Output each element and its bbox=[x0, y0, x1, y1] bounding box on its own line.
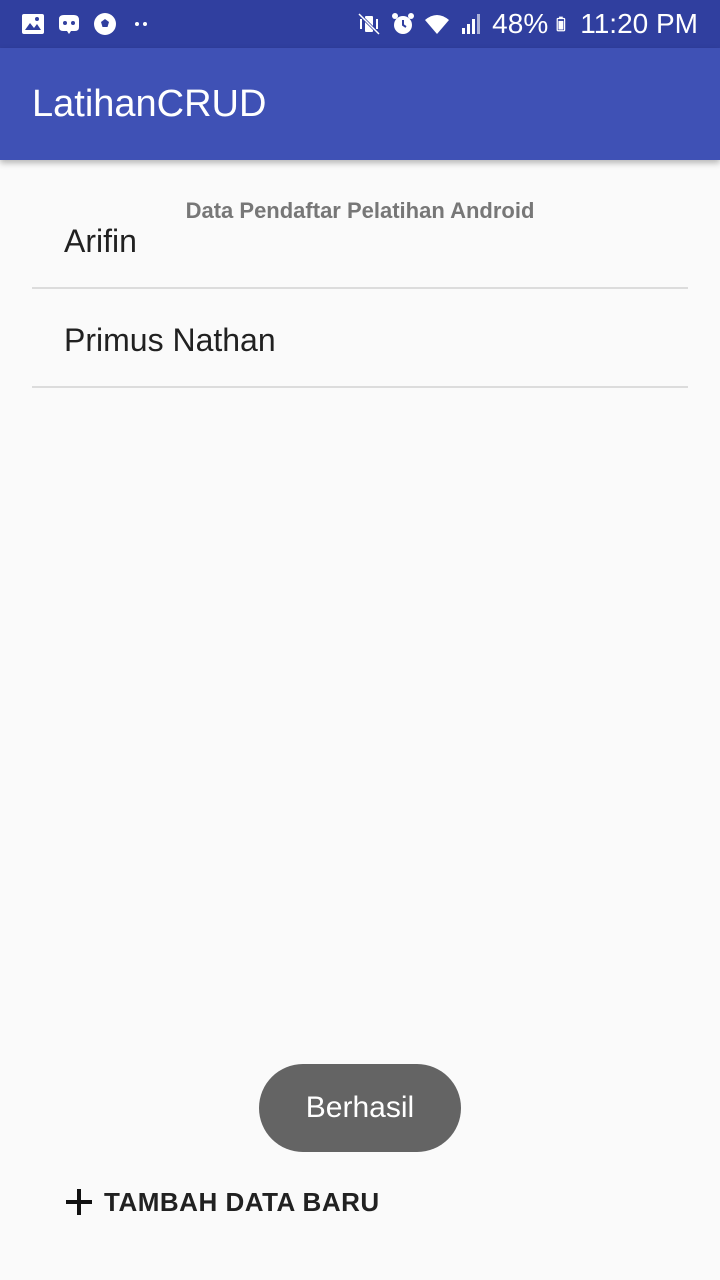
more-dots-icon bbox=[135, 22, 147, 26]
list-item-label: Arifin bbox=[64, 223, 137, 259]
alarm-icon bbox=[392, 13, 415, 34]
list-item-label: Primus Nathan bbox=[64, 322, 276, 358]
clock: 11:20 PM bbox=[580, 8, 698, 39]
toast-message: Berhasil bbox=[259, 1064, 461, 1152]
status-left-icons bbox=[20, 10, 154, 38]
app-bar: LatihanCRUD bbox=[0, 48, 720, 160]
game-icon bbox=[59, 15, 79, 34]
gallery-icon bbox=[22, 14, 44, 34]
ball-icon bbox=[94, 13, 116, 35]
status-right-icons: 48% 11:20 PM bbox=[356, 8, 698, 40]
toast-text: Berhasil bbox=[305, 1091, 415, 1124]
list-header: Data Pendaftar Pelatihan Android bbox=[185, 198, 535, 223]
app-title: LatihanCRUD bbox=[32, 83, 267, 125]
list-item[interactable]: Primus Nathan bbox=[32, 289, 688, 388]
status-bar: 48% 11:20 PM bbox=[0, 0, 720, 48]
add-data-label: TAMBAH DATA BARU bbox=[104, 1186, 380, 1217]
add-data-button[interactable]: TAMBAH DATA BARU bbox=[64, 1180, 380, 1224]
signal-icon bbox=[462, 14, 481, 34]
mute-vibrate-icon bbox=[358, 12, 381, 36]
wifi-icon bbox=[425, 15, 450, 34]
battery-percent: 48% bbox=[492, 8, 549, 39]
plus-icon bbox=[66, 1189, 92, 1215]
battery-icon bbox=[556, 16, 566, 32]
